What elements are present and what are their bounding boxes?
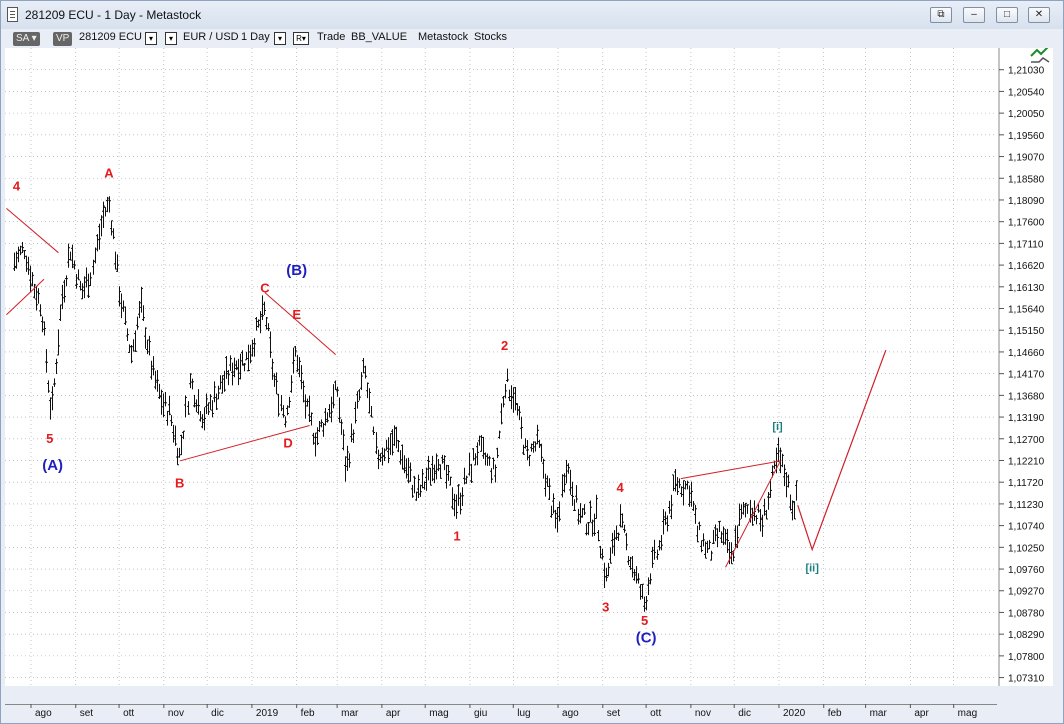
sa-label: SA [16, 33, 29, 44]
price-tick-label: 1,20540 [1008, 87, 1045, 98]
document-icon [7, 7, 18, 22]
price-tick-label: 1,16620 [1008, 261, 1045, 272]
price-tick-label: 1,13190 [1008, 413, 1045, 424]
price-tick-label: 1,14170 [1008, 370, 1045, 381]
toolbar-item-bb-value[interactable]: BB_VALUE [351, 31, 407, 43]
price-tick-label: 1,10250 [1008, 543, 1045, 554]
toolbar-item-stocks[interactable]: Stocks [474, 31, 507, 43]
date-tick-label: dic [738, 708, 751, 719]
vp-button[interactable]: VP [53, 32, 73, 46]
date-tick-label: mar [341, 708, 359, 719]
date-tick-label: feb [301, 708, 315, 719]
price-tick-label: 1,16130 [1008, 283, 1045, 294]
period-label: 1 Day [241, 31, 270, 43]
wave-label: (C) [636, 630, 657, 647]
price-tick-label: 1,11230 [1008, 500, 1044, 511]
price-tick-label: 1,08780 [1008, 608, 1045, 619]
date-tick-label: mar [870, 708, 888, 719]
close-button[interactable]: ✕ [1028, 7, 1050, 23]
date-tick-label: nov [695, 708, 711, 719]
date-tick-label: set [80, 708, 94, 719]
price-tick-label: 1,18580 [1008, 174, 1045, 185]
price-tick-label: 1,20050 [1008, 109, 1045, 120]
date-axis: ago set ott nov dic 2019 feb mar apr mag giu lug ago… [5, 704, 1055, 720]
date-tick-label: giu [474, 708, 487, 719]
price-tick-label: 1,18090 [1008, 196, 1045, 207]
wave-label: [i] [772, 421, 783, 433]
r-dropdown[interactable]: R▾ [293, 32, 309, 45]
price-tick-label: 1,17600 [1008, 218, 1045, 229]
price-tick-label: 1,17110 [1008, 239, 1044, 250]
price-tick-label: 1,10740 [1008, 522, 1045, 533]
price-tick-label: 1,09760 [1008, 565, 1045, 576]
price-tick-label: 1,19070 [1008, 153, 1045, 164]
price-tick-label: 1,14660 [1008, 348, 1045, 359]
price-tick-label: 1,12210 [1008, 456, 1045, 467]
price-tick-label: 1,15640 [1008, 305, 1045, 316]
date-tick-label: feb [828, 708, 842, 719]
date-tick-label: ott [123, 708, 134, 719]
wave-label: 4 [617, 480, 625, 495]
wave-label: 2 [501, 338, 508, 353]
wave-label: 5 [641, 613, 648, 628]
chart-toolbar: SA ▾ VP 281209 ECU ▾ ▾ EUR / USD 1 Day ▾… [9, 30, 1009, 48]
wave-label: C [260, 281, 270, 296]
date-tick-label: ott [650, 708, 661, 719]
symbol-dropdown[interactable]: ▾ [145, 32, 157, 45]
date-tick-label: nov [168, 708, 184, 719]
symbol-label: 281209 ECU [79, 31, 142, 43]
date-tick-label: mag [958, 708, 977, 719]
wave-label: (B) [286, 262, 307, 279]
date-tick-label: mag [429, 708, 448, 719]
sa-button[interactable]: SA ▾ [13, 32, 40, 46]
wave-label: 3 [602, 600, 609, 615]
price-tick-label: 1,21030 [1008, 66, 1045, 77]
price-tick-label: 1,07310 [1008, 674, 1045, 685]
maximize-button[interactable]: □ [996, 7, 1018, 23]
wave-label: E [292, 307, 301, 322]
wave-label: [ii] [805, 563, 819, 575]
date-tick-label: apr [386, 708, 401, 719]
window-title: 281209 ECU - 1 Day - Metastock [25, 8, 202, 22]
wave-label: 1 [453, 529, 460, 544]
price-tick-label: 1,11720 [1008, 478, 1044, 489]
toolbar-item-metastock[interactable]: Metastock [418, 31, 468, 43]
price-tick-label: 1,12700 [1008, 435, 1045, 446]
wave-label: D [283, 436, 292, 451]
wave-label: B [175, 476, 184, 491]
price-tick-label: 1,09270 [1008, 587, 1045, 598]
date-tick-label: 2019 [256, 708, 279, 719]
price-tick-label: 1,15150 [1008, 326, 1045, 337]
date-tick-label: apr [914, 708, 929, 719]
price-tick-label: 1,08290 [1008, 630, 1045, 641]
minimize-button[interactable]: – [963, 7, 985, 23]
wave-label: A [104, 165, 114, 180]
price-tick-label: 1,07800 [1008, 652, 1045, 663]
wave-label: (A) [42, 457, 63, 474]
date-tick-label: ago [562, 708, 579, 719]
date-tick-label: ago [35, 708, 52, 719]
date-tick-label: set [607, 708, 621, 719]
date-tick-label: lug [517, 708, 530, 719]
pair-label: EUR / USD [183, 31, 239, 43]
title-bar: 281209 ECU - 1 Day - Metastock ⧉ – □ ✕ [1, 1, 1063, 29]
r-label: R [296, 34, 302, 43]
tile-window-button[interactable]: ⧉ [930, 7, 952, 23]
wave-label: 4 [13, 179, 21, 194]
wave-label: 5 [46, 431, 53, 446]
toolbar-item-trade[interactable]: Trade [317, 31, 345, 43]
pair-dropdown[interactable]: ▾ [165, 32, 177, 45]
price-chart[interactable]: 1,21030 1,20540 1,20050 1,19560 1,19070 1,185… [5, 48, 1053, 686]
price-tick-label: 1,13680 [1008, 391, 1045, 402]
date-tick-label: 2020 [783, 708, 806, 719]
period-dropdown[interactable]: ▾ [274, 32, 286, 45]
price-tick-label: 1,19560 [1008, 131, 1045, 142]
date-tick-label: dic [211, 708, 224, 719]
metastock-window: 281209 ECU - 1 Day - Metastock ⧉ – □ ✕ S… [0, 0, 1064, 724]
